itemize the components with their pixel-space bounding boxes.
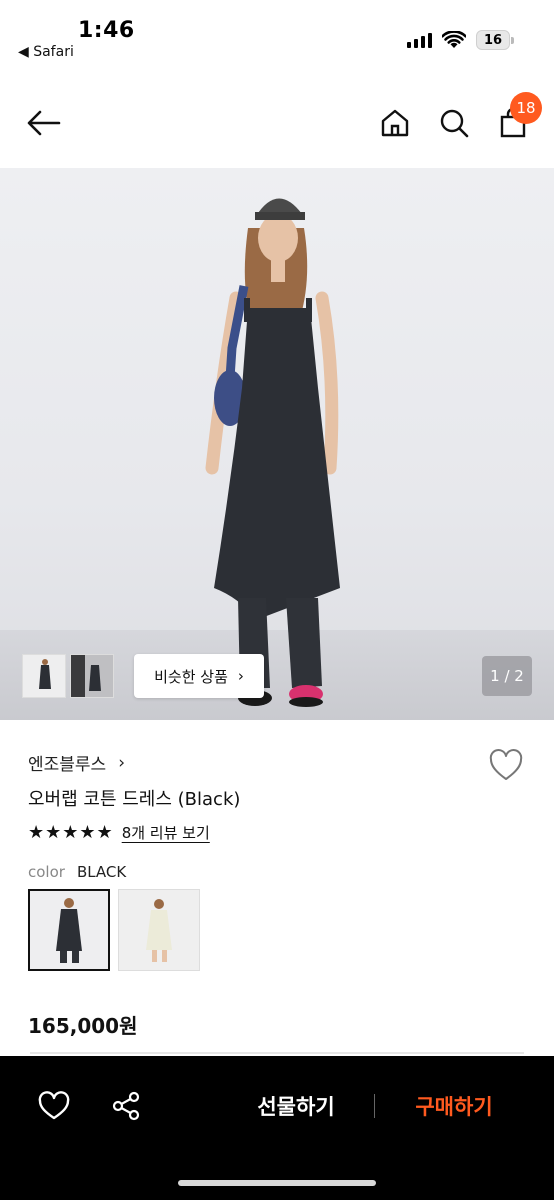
product-price: 165,000원 — [28, 1014, 138, 1038]
rating-row: ★★★★★ 8개 리뷰 보기 — [28, 822, 210, 843]
product-title: 오버랩 코튼 드레스 (Black) — [28, 789, 241, 810]
back-to-safari-link[interactable]: ◀ Safari — [18, 44, 74, 60]
chevron-right-icon: › — [237, 667, 244, 685]
bottom-heart-icon[interactable] — [36, 1088, 72, 1124]
section-divider — [30, 1052, 524, 1054]
similar-products-label: 비슷한 상품 — [154, 667, 228, 686]
status-indicators: 16 — [407, 30, 514, 50]
gallery-thumbnail[interactable] — [22, 654, 66, 698]
action-divider — [374, 1094, 375, 1118]
wishlist-heart-button[interactable] — [488, 748, 524, 784]
bottom-action-bar: 선물하기 구매하기 — [0, 1056, 554, 1200]
top-nav-bar: 18 — [0, 70, 554, 168]
home-icon[interactable] — [378, 106, 412, 140]
cellular-signal-icon — [407, 32, 432, 48]
similar-products-button[interactable]: 비슷한 상품 › — [134, 654, 264, 698]
battery-indicator: 16 — [476, 30, 514, 50]
color-selection-row: color BLACK — [28, 863, 126, 881]
selected-color-value: BLACK — [76, 863, 127, 881]
color-swatches — [28, 889, 200, 971]
model-photo — [205, 198, 340, 707]
heart-icon — [489, 749, 523, 780]
home-indicator — [178, 1180, 376, 1186]
color-swatch-ivory[interactable] — [118, 889, 200, 971]
chevron-right-icon: › — [118, 752, 126, 773]
product-image-carousel[interactable]: 비슷한 상품 › 1 / 2 — [0, 168, 554, 720]
image-page-counter: 1 / 2 — [482, 656, 532, 696]
star-rating-icon: ★★★★★ — [28, 822, 114, 843]
back-arrow-icon[interactable] — [27, 106, 61, 140]
view-reviews-link[interactable]: 8개 리뷰 보기 — [122, 822, 210, 843]
gift-button[interactable]: 선물하기 — [236, 1086, 356, 1126]
gallery-thumbnail-strip — [22, 654, 114, 698]
status-bar: 1:46 ◀ Safari 16 — [0, 0, 554, 70]
share-icon[interactable] — [108, 1088, 144, 1124]
status-time: 1:46 — [78, 18, 135, 43]
wifi-icon — [442, 31, 466, 48]
gallery-thumbnail[interactable] — [70, 654, 114, 698]
search-icon[interactable] — [437, 106, 471, 140]
color-swatch-black[interactable] — [28, 889, 110, 971]
brand-link[interactable]: 엔조블루스 › — [28, 750, 126, 776]
cart-count-badge: 18 — [510, 92, 542, 124]
color-label: color — [28, 863, 65, 881]
brand-name: 엔조블루스 — [28, 755, 107, 775]
buy-button[interactable]: 구매하기 — [394, 1086, 514, 1126]
